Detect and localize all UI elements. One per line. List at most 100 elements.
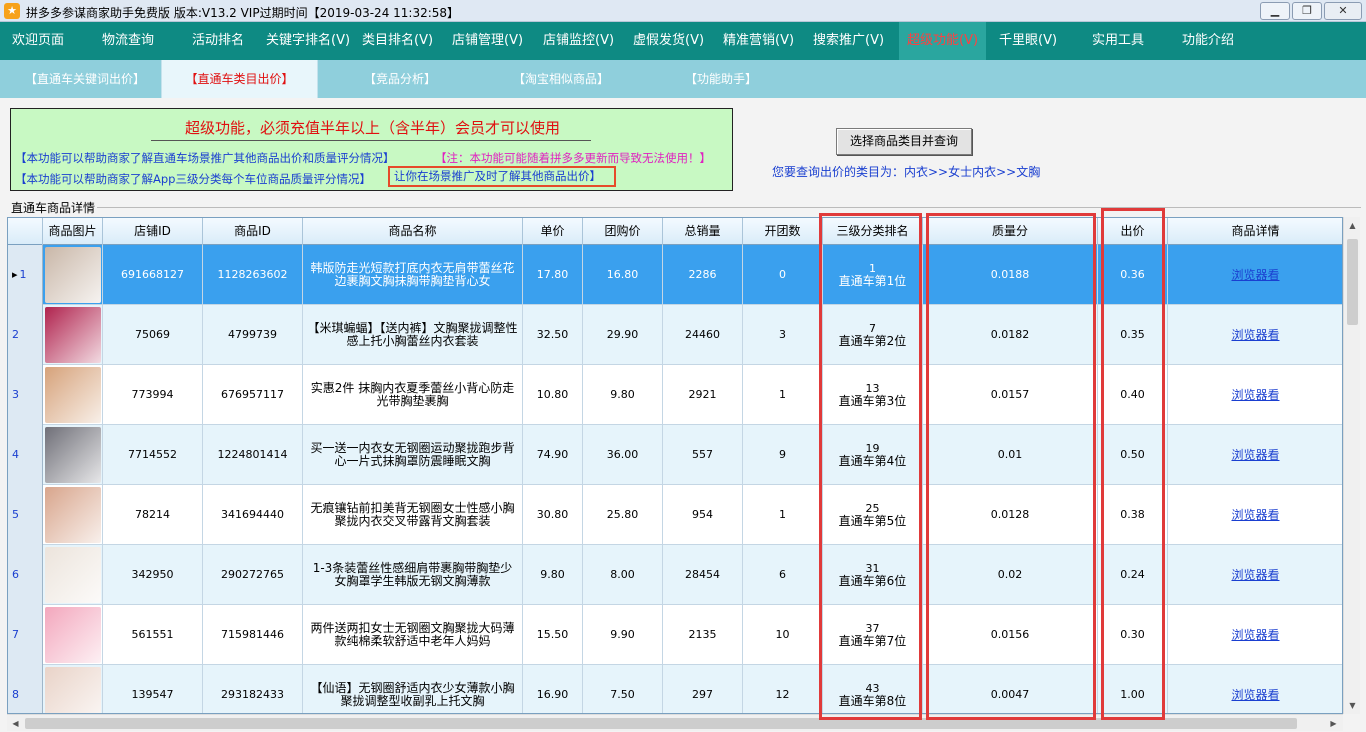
menu-about[interactable]: 功能介绍 bbox=[1182, 22, 1234, 60]
shop-id-cell: 342950 bbox=[103, 545, 203, 605]
selected-category-text: 您要查询出价的类目为：内衣>>女士内衣>>文胸 bbox=[772, 165, 1041, 179]
open-browser-link[interactable]: 浏览器看 bbox=[1231, 389, 1279, 401]
open-browser-link[interactable]: 浏览器看 bbox=[1231, 689, 1279, 701]
goods-thumbnail[interactable] bbox=[44, 247, 101, 303]
grid-title-divider bbox=[97, 207, 1361, 208]
shop-id-text: 7714552 bbox=[128, 448, 177, 461]
vertical-scroll-thumb[interactable] bbox=[1347, 239, 1358, 325]
goods-name-text: 实惠2件 抹胸内衣夏季蕾丝小背心防走光带胸垫裹胸 bbox=[310, 381, 515, 408]
detail-cell: 浏览器看 bbox=[1168, 665, 1342, 713]
scroll-left-icon[interactable]: ◀ bbox=[7, 715, 24, 732]
open-browser-link[interactable]: 浏览器看 bbox=[1231, 329, 1279, 341]
scroll-up-icon[interactable]: ▲ bbox=[1344, 217, 1361, 234]
menu-shop-monitor[interactable]: 店铺监控(V) bbox=[543, 22, 614, 60]
open-browser-link[interactable]: 浏览器看 bbox=[1231, 569, 1279, 581]
detail-cell: 浏览器看 bbox=[1168, 245, 1342, 305]
menu-logistics[interactable]: 物流查询 bbox=[102, 22, 154, 60]
group-price-cell: 16.80 bbox=[583, 245, 663, 305]
menu-welcome[interactable]: 欢迎页面 bbox=[12, 22, 64, 60]
menu-tools[interactable]: 实用工具 bbox=[1092, 22, 1144, 60]
menu-precision-marketing[interactable]: 精准营销(V) bbox=[723, 22, 794, 60]
open-browser-link[interactable]: 浏览器看 bbox=[1231, 449, 1279, 461]
menu-shop-manage[interactable]: 店铺管理(V) bbox=[452, 22, 523, 60]
sales-cell: 24460 bbox=[663, 305, 743, 365]
row-number: 8 bbox=[12, 688, 19, 701]
sales-cell: 28454 bbox=[663, 545, 743, 605]
goods-name-cell: 1-3条装蕾丝性感细肩带裹胸带胸垫少女胸罩学生韩版无钢文胸薄款 bbox=[303, 545, 523, 605]
header-detail[interactable]: 商品详情 bbox=[1168, 218, 1342, 245]
shop-id-text: 78214 bbox=[135, 508, 170, 521]
goods-image-cell bbox=[43, 305, 103, 365]
group-count-text: 0 bbox=[779, 268, 786, 281]
menu-activity-rank[interactable]: 活动排名 bbox=[192, 22, 244, 60]
goods-id-text: 293182433 bbox=[221, 688, 284, 701]
menu-category-rank[interactable]: 类目排名(V) bbox=[362, 22, 433, 60]
header-image[interactable]: 商品图片 bbox=[43, 218, 103, 245]
header-goods-id[interactable]: 商品ID bbox=[203, 218, 303, 245]
scroll-down-icon[interactable]: ▼ bbox=[1344, 697, 1361, 714]
group-count-cell: 1 bbox=[743, 485, 823, 545]
goods-thumbnail[interactable] bbox=[44, 667, 101, 713]
goods-thumbnail[interactable] bbox=[44, 547, 101, 603]
minimize-icon[interactable]: ▁ bbox=[1260, 2, 1290, 20]
header-shop-id[interactable]: 店铺ID bbox=[103, 218, 203, 245]
header-goods-name[interactable]: 商品名称 bbox=[303, 218, 523, 245]
tab-taobao-similar[interactable]: 【淘宝相似商品】 bbox=[496, 60, 626, 98]
sales-cell: 2921 bbox=[663, 365, 743, 425]
menu-fake-shipping[interactable]: 虚假发货(V) bbox=[633, 22, 704, 60]
goods-name-cell: 买一送一内衣女无钢圈运动聚拢跑步背心一片式抹胸罩防震睡眠文胸 bbox=[303, 425, 523, 485]
group-count-cell: 9 bbox=[743, 425, 823, 485]
header-total-sales[interactable]: 总销量 bbox=[663, 218, 743, 245]
group-count-cell: 3 bbox=[743, 305, 823, 365]
row-number-cell: 5 bbox=[8, 485, 43, 545]
main-menu: 欢迎页面 物流查询 活动排名 关键字排名(V) 类目排名(V) 店铺管理(V) … bbox=[0, 22, 1366, 60]
close-icon[interactable]: ✕ bbox=[1324, 2, 1362, 20]
header-price[interactable]: 单价 bbox=[523, 218, 583, 245]
row-number: 2 bbox=[12, 328, 19, 341]
goods-id-text: 4799739 bbox=[228, 328, 277, 341]
menu-search-promo[interactable]: 搜索推广(V) bbox=[813, 22, 884, 60]
price-cell: 15.50 bbox=[523, 605, 583, 665]
shop-id-cell: 75069 bbox=[103, 305, 203, 365]
open-browser-link[interactable]: 浏览器看 bbox=[1231, 629, 1279, 641]
current-row-icon: ▸ bbox=[12, 268, 18, 281]
row-number-cell: 8 bbox=[8, 665, 43, 713]
scroll-right-icon[interactable]: ▶ bbox=[1325, 715, 1342, 732]
goods-name-text: 买一送一内衣女无钢圈运动聚拢跑步背心一片式抹胸罩防震睡眠文胸 bbox=[310, 441, 515, 468]
tab-function-helper[interactable]: 【功能助手】 bbox=[666, 60, 776, 98]
tab-competitor-analysis[interactable]: 【竞品分析】 bbox=[340, 60, 460, 98]
goods-thumbnail[interactable] bbox=[44, 487, 101, 543]
tab-keyword-bid[interactable]: 【直通车关键词出价】 bbox=[10, 60, 160, 98]
select-category-query-button[interactable]: 选择商品类目并查询 bbox=[836, 128, 972, 155]
goods-thumbnail[interactable] bbox=[44, 427, 101, 483]
goods-id-text: 715981446 bbox=[221, 628, 284, 641]
goods-id-cell: 1128263602 bbox=[203, 245, 303, 305]
sales-cell: 2286 bbox=[663, 245, 743, 305]
goods-image-cell bbox=[43, 605, 103, 665]
group-price-text: 7.50 bbox=[610, 688, 635, 701]
goods-thumbnail[interactable] bbox=[44, 607, 101, 663]
goods-id-cell: 290272765 bbox=[203, 545, 303, 605]
open-browser-link[interactable]: 浏览器看 bbox=[1231, 269, 1279, 281]
group-price-text: 9.90 bbox=[610, 628, 635, 641]
annotation-quality-highlight bbox=[926, 213, 1096, 720]
goods-thumbnail[interactable] bbox=[44, 367, 101, 423]
menu-keyword-rank[interactable]: 关键字排名(V) bbox=[266, 22, 350, 60]
group-count-text: 1 bbox=[779, 388, 786, 401]
notice-panel: 超级功能，必须充值半年以上（含半年）会员才可以使用 【本功能可以帮助商家了解直通… bbox=[10, 108, 733, 191]
goods-thumbnail[interactable] bbox=[44, 307, 101, 363]
price-cell: 74.90 bbox=[523, 425, 583, 485]
price-text: 9.80 bbox=[540, 568, 565, 581]
goods-id-cell: 293182433 bbox=[203, 665, 303, 713]
price-cell: 17.80 bbox=[523, 245, 583, 305]
header-group-count[interactable]: 开团数 bbox=[743, 218, 823, 245]
menu-super-function[interactable]: 超级功能(V) bbox=[899, 22, 987, 60]
menu-clairvoyance[interactable]: 千里眼(V) bbox=[999, 22, 1057, 60]
vertical-scrollbar[interactable]: ▲ ▼ bbox=[1343, 217, 1360, 714]
header-group-price[interactable]: 团购价 bbox=[583, 218, 663, 245]
tab-category-bid[interactable]: 【直通车类目出价】 bbox=[161, 60, 318, 98]
goods-name-text: 【米琪蝙蝠】【送内裤】文胸聚拢调整性感上托小胸蕾丝内衣套装 bbox=[307, 321, 518, 348]
restore-icon[interactable]: ❐ bbox=[1292, 2, 1322, 20]
open-browser-link[interactable]: 浏览器看 bbox=[1231, 509, 1279, 521]
group-count-cell: 6 bbox=[743, 545, 823, 605]
